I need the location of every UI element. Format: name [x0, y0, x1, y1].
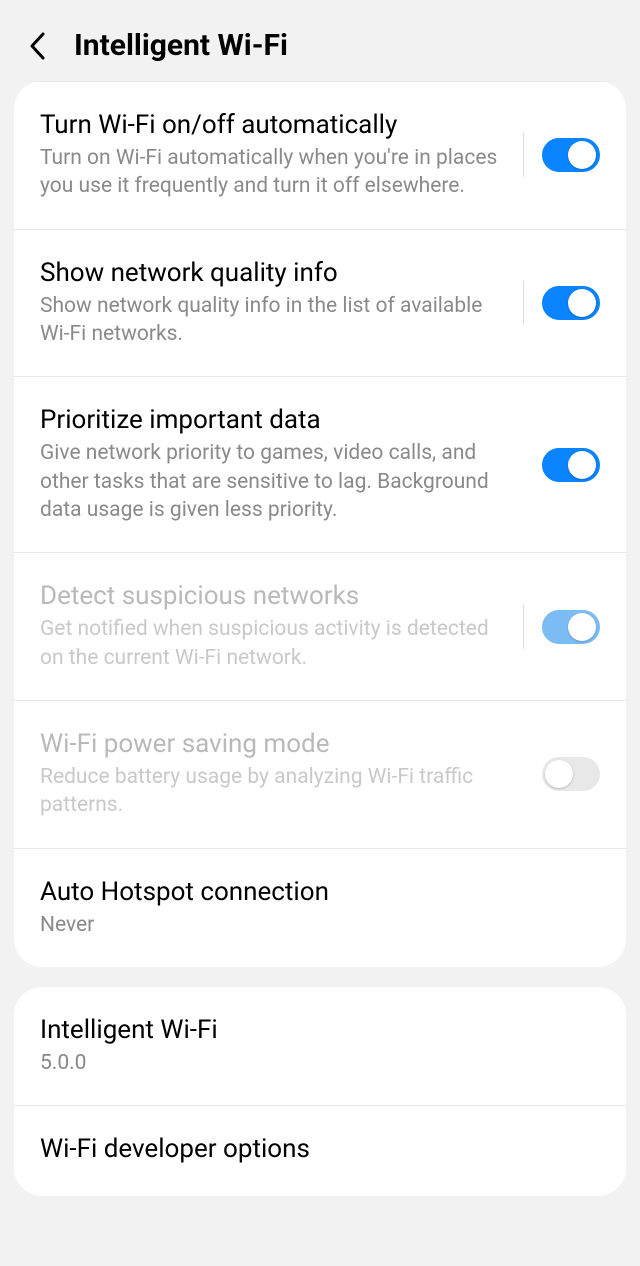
setting-title: Show network quality info	[40, 258, 511, 288]
page-title: Intelligent Wi-Fi	[74, 28, 288, 63]
about-card: Intelligent Wi-Fi 5.0.0 Wi-Fi developer …	[14, 987, 626, 1196]
setting-value: Never	[40, 911, 588, 939]
setting-sub: Reduce battery usage by analyzing Wi-Fi …	[40, 763, 530, 820]
setting-sub: Give network priority to games, video ca…	[40, 439, 530, 524]
back-icon[interactable]	[24, 32, 52, 60]
toggle-quality-info[interactable]	[542, 286, 600, 320]
setting-title: Wi-Fi developer options	[40, 1134, 588, 1164]
setting-auto-hotspot[interactable]: Auto Hotspot connection Never	[14, 848, 626, 967]
setting-value: 5.0.0	[40, 1049, 588, 1077]
setting-title: Detect suspicious networks	[40, 581, 511, 611]
setting-sub: Get notified when suspicious activity is…	[40, 615, 511, 672]
setting-title: Intelligent Wi-Fi	[40, 1015, 588, 1045]
toggle-prioritize-data[interactable]	[542, 448, 600, 482]
setting-prioritize-data[interactable]: Prioritize important data Give network p…	[14, 376, 626, 552]
setting-version[interactable]: Intelligent Wi-Fi 5.0.0	[14, 987, 626, 1105]
toggle-auto-wifi[interactable]	[542, 138, 600, 172]
setting-sub: Turn on Wi-Fi automatically when you're …	[40, 144, 511, 201]
setting-sub: Show network quality info in the list of…	[40, 292, 511, 349]
setting-power-saving: Wi-Fi power saving mode Reduce battery u…	[14, 700, 626, 848]
toggle-divider	[523, 605, 524, 649]
toggle-power-saving	[542, 757, 600, 791]
settings-card: Turn Wi-Fi on/off automatically Turn on …	[14, 81, 626, 967]
setting-dev-options[interactable]: Wi-Fi developer options	[14, 1105, 626, 1196]
setting-auto-wifi[interactable]: Turn Wi-Fi on/off automatically Turn on …	[14, 81, 626, 229]
setting-detect-suspicious: Detect suspicious networks Get notified …	[14, 552, 626, 700]
setting-title: Prioritize important data	[40, 405, 530, 435]
toggle-detect-suspicious	[542, 610, 600, 644]
setting-title: Wi-Fi power saving mode	[40, 729, 530, 759]
toggle-divider	[523, 281, 524, 325]
setting-quality-info[interactable]: Show network quality info Show network q…	[14, 229, 626, 377]
toggle-divider	[523, 133, 524, 177]
setting-title: Turn Wi-Fi on/off automatically	[40, 110, 511, 140]
setting-title: Auto Hotspot connection	[40, 877, 588, 907]
